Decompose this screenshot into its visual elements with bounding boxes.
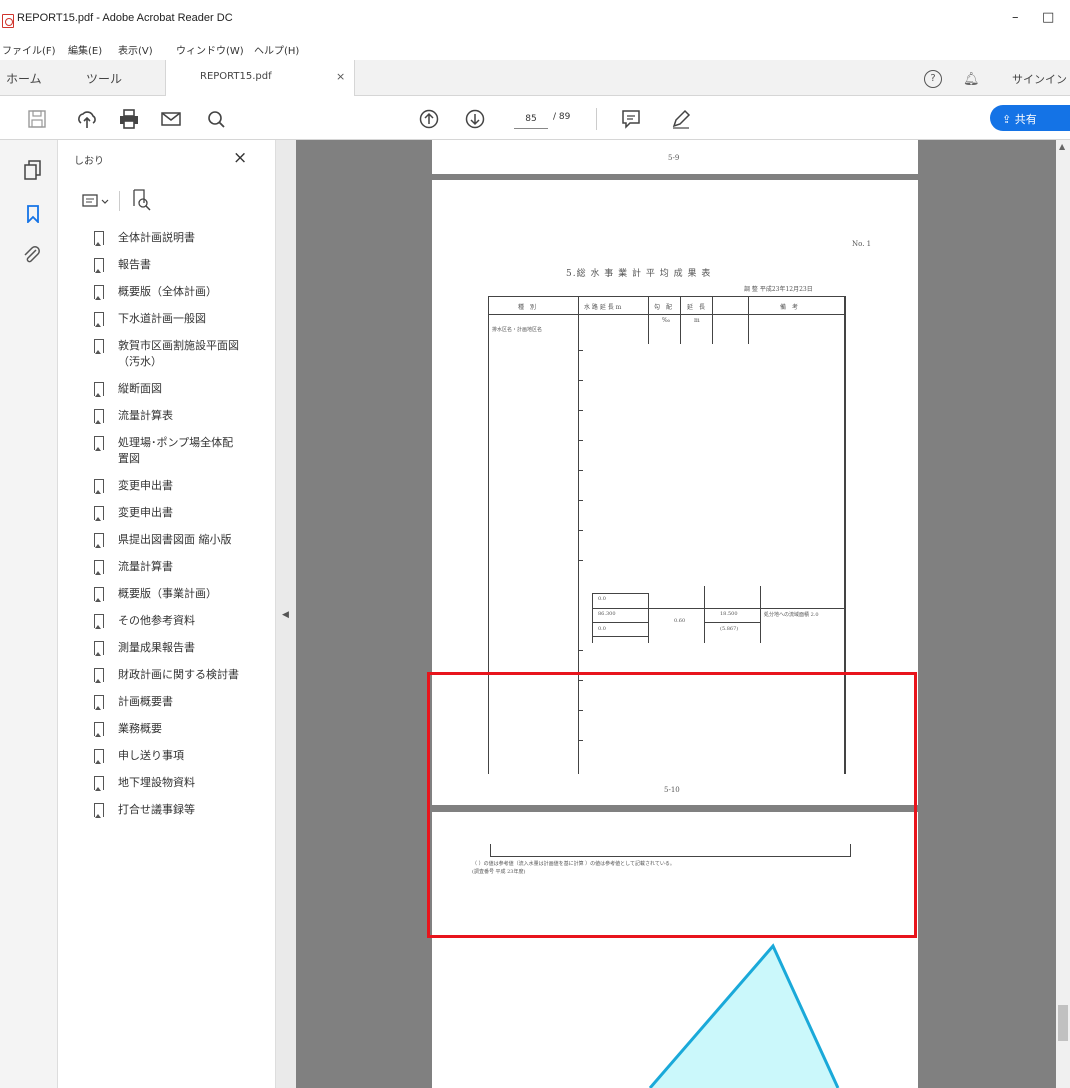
callout-pointer (648, 943, 840, 1088)
